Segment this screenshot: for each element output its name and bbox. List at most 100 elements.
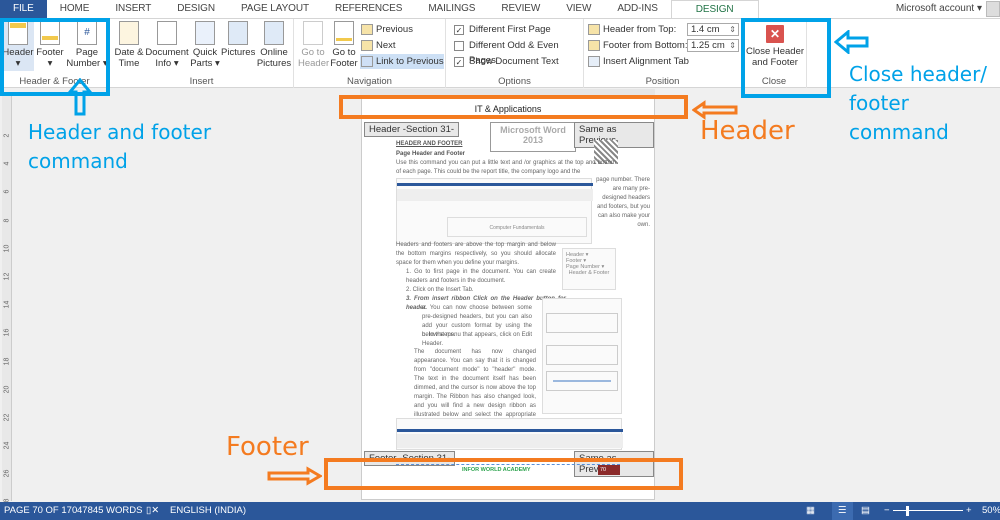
close-command-highlight — [741, 18, 831, 98]
web-layout-icon[interactable]: ▤ — [861, 502, 870, 520]
account-avatar[interactable] — [986, 1, 1000, 17]
ruler-tick: 18 — [3, 357, 11, 365]
doc-step-2: 2. Click on the Insert Tab. — [406, 287, 474, 293]
show-document-text-checkbox[interactable]: ✓ Show Document Text — [454, 54, 559, 69]
quick-parts-button[interactable]: Quick Parts ▾ — [190, 21, 220, 69]
tab-references[interactable]: REFERENCES — [322, 0, 415, 18]
group-position: Header from Top: 1.4 cm Footer from Bott… — [584, 19, 742, 88]
ruler-tick: 26 — [3, 470, 11, 478]
different-first-page-checkbox[interactable]: ✓ Different First Page — [454, 22, 551, 37]
group-navigation: Go to Header Go to Footer Previous Next Li… — [294, 19, 446, 88]
footer-highlight — [324, 458, 683, 490]
header-from-top-input[interactable]: 1.4 cm — [687, 23, 739, 36]
link-to-previous-button[interactable]: Link to Previous — [360, 54, 444, 69]
ruler-tick: 14 — [3, 300, 11, 309]
go-to-footer-button[interactable]: Go to Footer — [329, 21, 359, 69]
header-position-icon — [588, 24, 600, 35]
up-arrow-icon — [68, 78, 92, 116]
ruler-tick: 4 — [3, 161, 11, 166]
group-label: Navigation — [347, 76, 392, 87]
document-info-button[interactable]: Document Info ▾ — [145, 21, 189, 69]
footer-from-bottom-input[interactable]: 1.25 cm — [687, 39, 739, 52]
different-odd-even-checkbox[interactable]: Different Odd & Even Pages — [454, 38, 583, 66]
zoom-slider-thumb[interactable] — [906, 506, 909, 516]
tab-insert[interactable]: INSERT — [102, 0, 164, 18]
go-to-header-icon — [303, 21, 323, 45]
page-count[interactable]: PAGE 70 OF 170 — [4, 502, 77, 520]
calendar-clock-icon — [119, 21, 139, 45]
alignment-tab-icon — [588, 56, 600, 67]
group-label: Options — [498, 76, 531, 87]
tab-design[interactable]: DESIGN — [164, 0, 228, 18]
document-page: IT & Applications Header -Section 31- Mi… — [361, 97, 655, 500]
previous-button[interactable]: Previous — [360, 22, 413, 37]
link-icon — [361, 56, 373, 67]
header-footer-command-label: Header and footer command — [28, 120, 212, 173]
group-options: ✓ Different First Page Different Odd & Ev… — [446, 19, 584, 88]
online-pictures-icon — [264, 21, 284, 45]
tab-review[interactable]: REVIEW — [488, 0, 553, 18]
zoom-level[interactable]: 50% — [982, 502, 1000, 520]
read-mode-icon[interactable]: ▦ — [806, 502, 815, 520]
document-info-icon — [157, 21, 177, 45]
next-button[interactable]: Next — [360, 38, 396, 53]
group-label: Position — [645, 76, 680, 87]
doc-paragraph-3: The document has now changed appearance.… — [414, 349, 536, 427]
go-to-footer-icon — [334, 21, 354, 45]
ruler-tick: 22 — [3, 413, 11, 422]
header-from-top-label: Header from Top: — [587, 22, 676, 37]
zoom-slider[interactable] — [893, 510, 963, 511]
pictures-icon — [228, 21, 248, 45]
footer-position-icon — [588, 40, 600, 51]
tab-header-footer-design[interactable]: DESIGN — [670, 0, 759, 19]
tab-view[interactable]: VIEW — [553, 0, 604, 18]
insert-alignment-tab-button[interactable]: Insert Alignment Tab — [587, 54, 689, 69]
left-arrow-icon — [834, 30, 869, 54]
ruler-tick: 6 — [3, 189, 11, 194]
doc-step-3b: b. In the menu that appears, click on Ed… — [422, 332, 532, 347]
quick-parts-icon — [195, 21, 215, 45]
word-count[interactable]: 47845 WORDS — [77, 502, 142, 520]
header-footer-menu-thumbnail: Header ▾ Footer ▾ Page Number ▾ Header &… — [562, 248, 616, 290]
thumbnail-caption: Computer Fundamentals — [447, 217, 587, 237]
online-pictures-button[interactable]: Online Pictures — [256, 21, 292, 69]
vertical-ruler: 246810121416182022242628 — [2, 96, 12, 506]
checkbox-checked-icon: ✓ — [454, 25, 464, 35]
status-bar: PAGE 70 OF 170 47845 WORDS ▯✕ ENGLISH (I… — [0, 502, 1000, 520]
microsoft-account[interactable]: Microsoft account ▾ — [896, 0, 982, 18]
zoom-in-icon[interactable]: + — [966, 502, 972, 520]
ribbon-screenshot-thumbnail: Computer Fundamentals — [396, 178, 593, 244]
tab-mailings[interactable]: MAILINGS — [415, 0, 488, 18]
date-time-button[interactable]: Date & Time — [113, 21, 145, 69]
tab-add-ins[interactable]: ADD-INS — [604, 0, 670, 18]
doc-paragraph-2: Headers and footers are above the top ma… — [396, 242, 556, 266]
doc-paragraph-1: Use this command you can put a little te… — [396, 160, 616, 175]
header-gallery-thumbnail — [542, 298, 622, 414]
header-annotation-label: Header — [700, 116, 795, 146]
tab-home[interactable]: HOME — [47, 0, 103, 18]
pictures-button[interactable]: Pictures — [221, 21, 255, 58]
proofing-icon[interactable]: ▯✕ — [146, 502, 159, 520]
tab-file[interactable]: FILE — [0, 0, 47, 18]
ruler-tick: 24 — [3, 441, 11, 450]
vertical-scrollbar[interactable] — [986, 89, 1000, 500]
ribbon-tabs: FILE HOME INSERT DESIGN PAGE LAYOUT REFE… — [0, 0, 1000, 19]
ruler-tick: 8 — [3, 218, 11, 223]
print-layout-icon[interactable]: ☰ — [832, 502, 853, 520]
go-to-header-button[interactable]: Go to Header — [298, 21, 329, 69]
header-highlight — [339, 95, 688, 119]
group-label: Insert — [189, 76, 214, 87]
checkbox-checked-icon: ✓ — [454, 57, 464, 67]
ruler-tick: 20 — [3, 385, 11, 394]
doc-paragraph-1-side: page number. There are many pre-designed… — [596, 177, 650, 228]
tab-page-layout[interactable]: PAGE LAYOUT — [228, 0, 322, 18]
group-insert: Date & Time Document Info ▾ Quick Parts ▾ P… — [110, 19, 294, 88]
ruler-tick: 10 — [3, 244, 11, 253]
ruler-tick: 16 — [3, 329, 11, 337]
footer-from-bottom-label: Footer from Bottom: — [587, 38, 687, 53]
doc-heading: HEADER AND FOOTER — [396, 141, 463, 147]
language[interactable]: ENGLISH (INDIA) — [170, 502, 246, 520]
close-command-label: Close header/ footer command — [849, 62, 988, 144]
zoom-out-icon[interactable]: − — [884, 502, 890, 520]
design-ribbon-thumbnail — [396, 418, 623, 450]
